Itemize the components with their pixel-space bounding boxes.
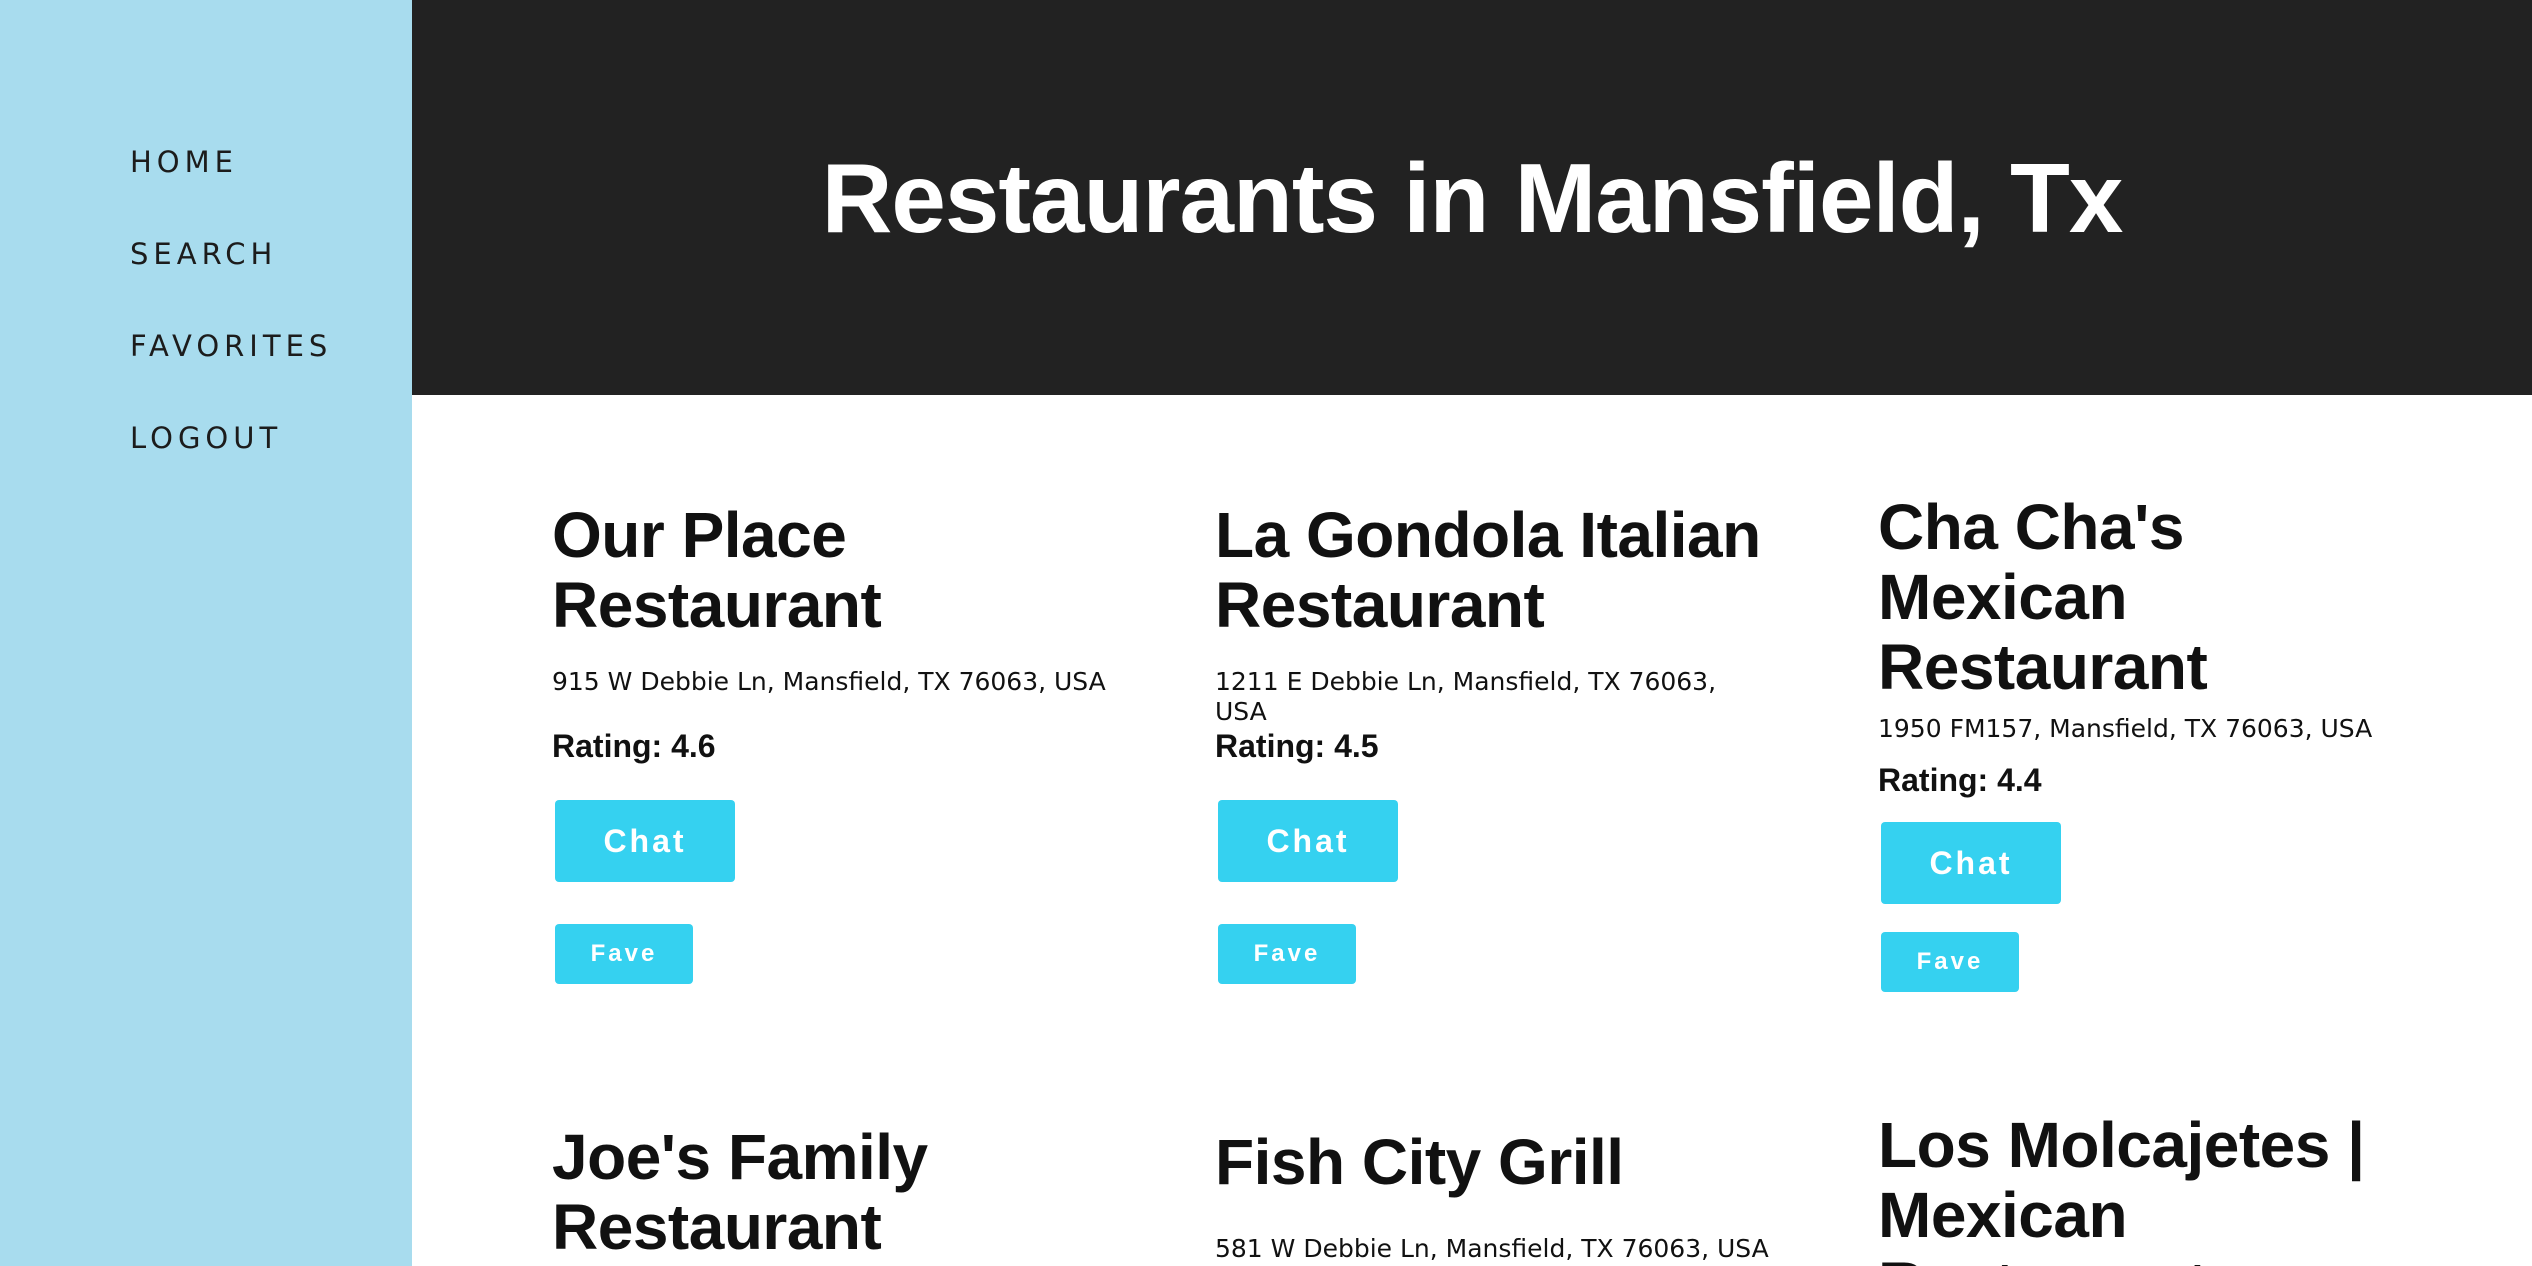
restaurant-address: 1950 FM157, Mansfield, TX 76063, USA (1878, 714, 2373, 743)
restaurant-name-line: Restaurant (1878, 631, 2208, 703)
restaurant-name-line: Our Place (552, 499, 847, 571)
restaurant-name: La Gondola Italian Restaurant (1215, 500, 1775, 640)
restaurant-name-line: Joe's Family (552, 1121, 928, 1193)
restaurant-name-line: Los Molcajetes | (1878, 1109, 2365, 1181)
restaurant-address: 581 W Debbie Ln, Mansfield, TX 76063, US… (1215, 1234, 1769, 1263)
restaurant-rating: Rating: 4.4 (1878, 762, 2042, 798)
chat-button[interactable]: Chat (1881, 822, 2061, 904)
chat-button[interactable]: Chat (1218, 800, 1398, 882)
restaurant-name: Our Place Restaurant (552, 500, 1112, 640)
restaurant-name-line: Mexican (1878, 1179, 2128, 1251)
restaurant-name-line: Restaurant (552, 1191, 882, 1263)
restaurant-card: Our Place Restaurant 915 W Debbie Ln, Ma… (552, 500, 1112, 984)
restaurant-name-line: Cha Cha's (1878, 491, 2184, 563)
restaurant-address: 915 W Debbie Ln, Mansfield, TX 76063, US… (552, 667, 1106, 696)
nav-search-link[interactable]: SEARCH (130, 240, 277, 269)
restaurant-card: Los Molcajetes | Mexican Restaurant (1878, 1110, 2438, 1266)
restaurant-rating: Rating: 4.6 (552, 728, 716, 764)
restaurant-name-line: Restaurant (1878, 1249, 2208, 1266)
fave-button[interactable]: Fave (555, 924, 693, 984)
restaurant-card: Fish City Grill 581 W Debbie Ln, Mansfie… (1215, 1127, 1775, 1263)
fave-button[interactable]: Fave (1218, 924, 1356, 984)
restaurant-card: La Gondola Italian Restaurant 1211 E Deb… (1215, 500, 1775, 984)
restaurant-name-line: La Gondola Italian (1215, 499, 1761, 571)
restaurant-name: Fish City Grill (1215, 1127, 1775, 1197)
chat-button[interactable]: Chat (555, 800, 735, 882)
nav-home-link[interactable]: HOME (130, 148, 238, 177)
restaurant-name-line: Mexican (1878, 561, 2128, 633)
restaurant-rating: Rating: 4.5 (1215, 728, 1379, 764)
page-header: Restaurants in Mansfield, Tx (412, 0, 2532, 395)
sidebar: HOME SEARCH FAVORITES LOGOUT (0, 0, 412, 1266)
restaurant-name-line: Fish City Grill (1215, 1126, 1624, 1198)
nav-logout-link[interactable]: LOGOUT (130, 424, 282, 453)
page: HOME SEARCH FAVORITES LOGOUT Restaurants… (0, 0, 2532, 1266)
restaurant-name-line: Restaurant (552, 569, 882, 641)
restaurant-card: Cha Cha's Mexican Restaurant 1950 FM157,… (1878, 492, 2438, 992)
page-title: Restaurants in Mansfield, Tx (821, 142, 2124, 253)
restaurant-name: Cha Cha's Mexican Restaurant (1878, 492, 2438, 702)
nav-favorites-link[interactable]: FAVORITES (130, 332, 332, 361)
restaurant-card: Joe's Family Restaurant (552, 1122, 1112, 1262)
restaurant-name-line: Restaurant (1215, 569, 1545, 641)
fave-button[interactable]: Fave (1881, 932, 2019, 992)
restaurant-name: Joe's Family Restaurant (552, 1122, 1112, 1262)
restaurant-name: Los Molcajetes | Mexican Restaurant (1878, 1110, 2438, 1266)
restaurant-address: 1211 E Debbie Ln, Mansfield, TX 76063, U… (1215, 667, 1717, 726)
